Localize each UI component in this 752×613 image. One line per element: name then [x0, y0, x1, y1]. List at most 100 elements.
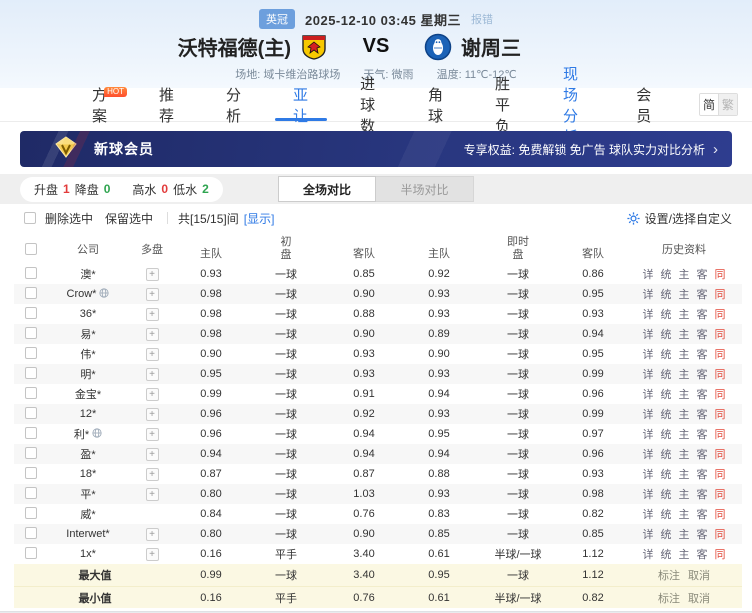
- nav-tab-1[interactable]: 推荐: [155, 88, 178, 121]
- expand-multi-button[interactable]: +: [146, 548, 159, 561]
- expand-multi-button[interactable]: +: [146, 448, 159, 461]
- company-name[interactable]: 12*: [48, 408, 128, 420]
- toolbar-checkbox[interactable]: [24, 212, 36, 224]
- history-link-1[interactable]: 统: [661, 386, 672, 402]
- expand-multi-button[interactable]: +: [146, 308, 159, 321]
- nav-tab-0[interactable]: 方案HOT: [88, 88, 111, 121]
- history-link-1[interactable]: 统: [661, 466, 672, 482]
- lang-simplified-button[interactable]: 简: [700, 94, 719, 115]
- history-link-0[interactable]: 详: [643, 266, 654, 282]
- expand-multi-button[interactable]: +: [146, 288, 159, 301]
- expand-multi-button[interactable]: +: [146, 348, 159, 361]
- history-link-3[interactable]: 客: [697, 506, 708, 522]
- row-checkbox[interactable]: [25, 467, 37, 479]
- history-link-0[interactable]: 详: [643, 506, 654, 522]
- history-link-1[interactable]: 统: [661, 286, 672, 302]
- history-link-3[interactable]: 客: [697, 286, 708, 302]
- history-link-2[interactable]: 主: [679, 506, 690, 522]
- nav-tab-5[interactable]: 角球: [424, 88, 447, 121]
- expand-multi-button[interactable]: +: [146, 468, 159, 481]
- row-checkbox[interactable]: [25, 367, 37, 379]
- company-name[interactable]: 金宝*: [48, 386, 128, 402]
- history-link-3[interactable]: 客: [697, 266, 708, 282]
- history-link-0[interactable]: 详: [643, 546, 654, 562]
- history-link-1[interactable]: 统: [661, 346, 672, 362]
- lang-traditional-button[interactable]: 繁: [719, 94, 737, 115]
- history-link-4[interactable]: 同: [715, 446, 726, 462]
- history-link-1[interactable]: 统: [661, 446, 672, 462]
- history-link-2[interactable]: 主: [679, 446, 690, 462]
- company-name[interactable]: 伟*: [48, 346, 128, 362]
- history-link-0[interactable]: 详: [643, 406, 654, 422]
- history-link-2[interactable]: 主: [679, 426, 690, 442]
- history-link-0[interactable]: 详: [643, 306, 654, 322]
- history-link-0[interactable]: 详: [643, 386, 654, 402]
- history-link-3[interactable]: 客: [697, 466, 708, 482]
- row-checkbox[interactable]: [25, 267, 37, 279]
- nav-tab-7[interactable]: 现场分析: [559, 88, 588, 121]
- row-checkbox[interactable]: [25, 527, 37, 539]
- company-name[interactable]: 1x*: [48, 548, 128, 560]
- nav-tab-6[interactable]: 胜平负: [491, 88, 515, 121]
- history-link-1[interactable]: 统: [661, 406, 672, 422]
- vip-banner[interactable]: 新球会员 专享权益: 免费解锁 免广告 球队实力对比分析 ›: [20, 131, 732, 167]
- company-name[interactable]: 明*: [48, 366, 128, 382]
- history-link-0[interactable]: 详: [643, 286, 654, 302]
- history-link-4[interactable]: 同: [715, 386, 726, 402]
- history-link-1[interactable]: 统: [661, 526, 672, 542]
- history-link-3[interactable]: 客: [697, 526, 708, 542]
- company-name[interactable]: 利*: [48, 426, 128, 442]
- nav-tab-8[interactable]: 会员: [632, 88, 655, 121]
- history-link-4[interactable]: 同: [715, 366, 726, 382]
- history-link-3[interactable]: 客: [697, 346, 708, 362]
- history-link-0[interactable]: 详: [643, 366, 654, 382]
- company-name[interactable]: 平*: [48, 486, 128, 502]
- history-link-4[interactable]: 同: [715, 266, 726, 282]
- history-link-0[interactable]: 详: [643, 486, 654, 502]
- history-link-2[interactable]: 主: [679, 546, 690, 562]
- expand-multi-button[interactable]: +: [146, 488, 159, 501]
- select-all-checkbox[interactable]: [25, 243, 37, 255]
- history-link-1[interactable]: 统: [661, 326, 672, 342]
- history-link-0[interactable]: 详: [643, 346, 654, 362]
- row-checkbox[interactable]: [25, 407, 37, 419]
- history-link-4[interactable]: 同: [715, 486, 726, 502]
- history-link-4[interactable]: 同: [715, 466, 726, 482]
- history-link-3[interactable]: 客: [697, 306, 708, 322]
- row-checkbox[interactable]: [25, 507, 37, 519]
- row-checkbox[interactable]: [25, 447, 37, 459]
- history-link-2[interactable]: 主: [679, 286, 690, 302]
- history-link-1[interactable]: 统: [661, 366, 672, 382]
- history-link-2[interactable]: 主: [679, 306, 690, 322]
- history-link-0[interactable]: 详: [643, 526, 654, 542]
- history-link-2[interactable]: 主: [679, 266, 690, 282]
- report-error-link[interactable]: 报错: [471, 11, 493, 27]
- league-badge[interactable]: 英冠: [259, 9, 295, 29]
- expand-multi-button[interactable]: +: [146, 528, 159, 541]
- history-link-0[interactable]: 详: [643, 466, 654, 482]
- history-link-4[interactable]: 同: [715, 346, 726, 362]
- history-link-2[interactable]: 主: [679, 486, 690, 502]
- history-link-1[interactable]: 统: [661, 546, 672, 562]
- nav-tab-4[interactable]: 进球数: [356, 88, 380, 121]
- history-link-1[interactable]: 统: [661, 486, 672, 502]
- history-link-2[interactable]: 主: [679, 326, 690, 342]
- history-link-0[interactable]: 详: [643, 446, 654, 462]
- half-match-tab[interactable]: 半场对比: [376, 176, 474, 202]
- full-match-tab[interactable]: 全场对比: [278, 176, 376, 202]
- row-checkbox[interactable]: [25, 487, 37, 499]
- company-name[interactable]: Crow*: [48, 288, 128, 301]
- cancel-button[interactable]: 取消: [688, 590, 710, 606]
- expand-multi-button[interactable]: +: [146, 408, 159, 421]
- cancel-button[interactable]: 取消: [688, 567, 710, 583]
- history-link-0[interactable]: 详: [643, 426, 654, 442]
- annotate-button[interactable]: 标注: [658, 590, 680, 606]
- row-checkbox[interactable]: [25, 347, 37, 359]
- history-link-3[interactable]: 客: [697, 546, 708, 562]
- history-link-2[interactable]: 主: [679, 346, 690, 362]
- row-checkbox[interactable]: [25, 427, 37, 439]
- history-link-2[interactable]: 主: [679, 386, 690, 402]
- expand-multi-button[interactable]: +: [146, 388, 159, 401]
- history-link-3[interactable]: 客: [697, 326, 708, 342]
- history-link-3[interactable]: 客: [697, 386, 708, 402]
